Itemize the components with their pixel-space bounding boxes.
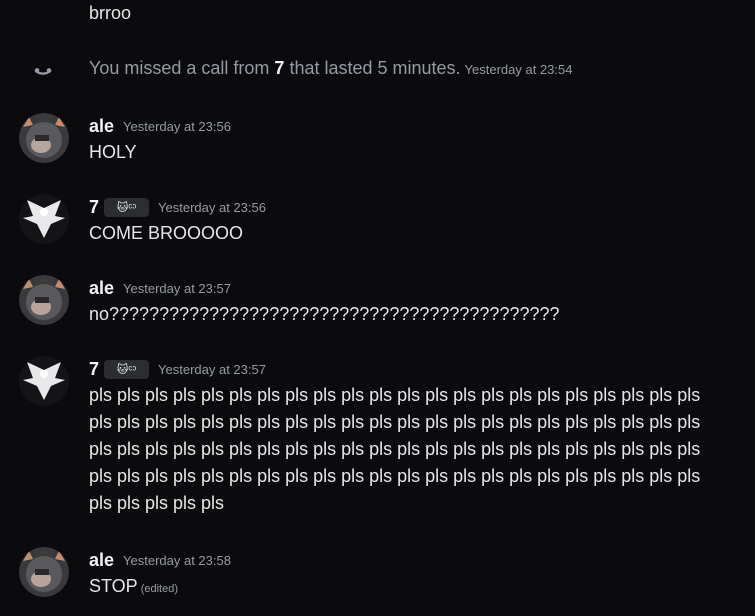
message-text: no??????????????????????????????????????… [89, 304, 560, 324]
message-text: COME BROOOOO [89, 223, 244, 243]
message-line: pls pls pls pls pls pls pls pls pls pls … [89, 466, 701, 486]
missed-call-notice: You missed a call from 7 that lasted 5 m… [89, 55, 572, 83]
timestamp[interactable]: Yesterday at 23:54 [465, 62, 573, 77]
ale-avatar[interactable] [19, 547, 69, 597]
message-header: ale Yesterday at 23:56 [89, 114, 231, 138]
user-tag-badge[interactable]: 🐱ᶜᵓ [104, 197, 150, 217]
message-line: pls pls pls pls pls pls pls pls pls pls … [89, 412, 701, 432]
timestamp[interactable]: Yesterday at 23:56 [158, 200, 266, 215]
angel-avatar[interactable] [19, 194, 69, 244]
ale-avatar[interactable] [19, 275, 69, 325]
username[interactable]: 7 [89, 359, 99, 380]
timestamp[interactable]: Yesterday at 23:57 [123, 281, 231, 296]
message-header: ale Yesterday at 23:58 [89, 548, 231, 572]
message-text: brroo [89, 3, 132, 23]
caller-name[interactable]: 7 [274, 58, 284, 78]
message-line: pls pls pls pls pls [89, 493, 225, 513]
message-header: 7 🐱ᶜᵓ Yesterday at 23:56 [89, 195, 266, 219]
message-line: pls pls pls pls pls pls pls pls pls pls … [89, 385, 701, 405]
timestamp[interactable]: Yesterday at 23:56 [123, 119, 231, 134]
user-tag-badge[interactable]: 🐱ᶜᵓ [104, 359, 150, 379]
message-content: STOP [89, 576, 138, 596]
timestamp[interactable]: Yesterday at 23:57 [158, 362, 266, 377]
message-text: pls pls pls pls pls pls pls pls pls pls … [89, 382, 741, 517]
message-line: pls pls pls pls pls pls pls pls pls pls … [89, 439, 701, 459]
message-text: HOLY [89, 142, 137, 162]
username[interactable]: ale [89, 550, 114, 571]
chat-log: brroo You missed a call from 7 that last… [0, 0, 755, 616]
username[interactable]: ale [89, 116, 114, 137]
phone-icon [34, 67, 52, 75]
edited-indicator: (edited) [140, 583, 178, 595]
message-text: STOP (edited) [89, 573, 741, 603]
username[interactable]: ale [89, 278, 114, 299]
timestamp[interactable]: Yesterday at 23:58 [123, 553, 231, 568]
message-header: 7 🐱ᶜᵓ Yesterday at 23:57 [89, 357, 266, 381]
ale-avatar[interactable] [19, 113, 69, 163]
missed-call-prefix: You missed a call from [89, 58, 275, 78]
message-header: ale Yesterday at 23:57 [89, 276, 231, 300]
missed-call-suffix: that lasted 5 minutes. [284, 58, 461, 78]
username[interactable]: 7 [89, 197, 99, 218]
angel-avatar[interactable] [19, 356, 69, 406]
